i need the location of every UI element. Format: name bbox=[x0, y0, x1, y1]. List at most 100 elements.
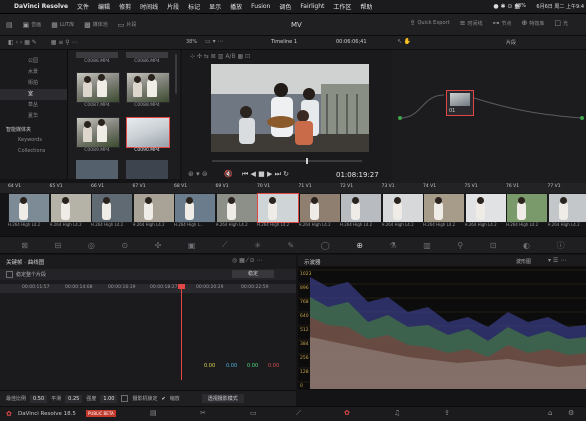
primaries-icon[interactable]: ◎ bbox=[88, 241, 95, 250]
clip-thumb[interactable] bbox=[340, 193, 382, 223]
zoom-level[interactable]: 38% bbox=[186, 39, 197, 45]
bin-item[interactable]: 草丛 bbox=[0, 100, 67, 111]
lightbox-button[interactable]: □ 光 bbox=[554, 19, 568, 27]
smart-bin-collections[interactable]: Collections bbox=[0, 147, 67, 158]
menu-item-workspace[interactable]: 工作区 bbox=[333, 2, 351, 11]
media-thumb[interactable] bbox=[76, 72, 120, 103]
menu-item-fairlight[interactable]: Fairlight bbox=[300, 3, 324, 10]
media-thumb[interactable] bbox=[126, 72, 170, 103]
menu-item-file[interactable]: 文件 bbox=[77, 2, 89, 11]
effects-button[interactable]: ⊕ 特效库 bbox=[521, 19, 544, 27]
zoom-checkbox[interactable]: ✔ bbox=[161, 396, 165, 402]
app-menu[interactable]: DaVinci Resolve bbox=[14, 3, 68, 10]
nodes-button[interactable]: ⊶ 节点 bbox=[492, 19, 511, 27]
key-icon[interactable]: ⚲ bbox=[457, 241, 463, 250]
menu-item-view[interactable]: 显示 bbox=[209, 2, 221, 11]
viewer-mode-icons[interactable]: ▭ ▾ ⋯ bbox=[205, 38, 224, 45]
menu-item-edit[interactable]: 编辑 bbox=[98, 2, 110, 11]
motion-effects-icon[interactable]: ▣ bbox=[188, 241, 196, 250]
viewer-tools[interactable]: ⊹ ✣ ⇆ ⊠ ▥ A/B ▦ ⊡ bbox=[190, 53, 250, 60]
stabilize-dropdown[interactable]: 稳定 bbox=[232, 270, 274, 278]
curves-icon[interactable]: ⟋ bbox=[222, 240, 228, 250]
clips-button[interactable]: ▭ 片段 bbox=[118, 21, 137, 29]
page-edit-icon[interactable]: ▭ bbox=[250, 409, 257, 417]
quick-export-button[interactable]: ⇪ Quick Export bbox=[410, 19, 450, 27]
bin-item[interactable]: 公园 bbox=[0, 56, 67, 67]
bin-item-selected[interactable]: 室 bbox=[0, 89, 67, 100]
page-fairlight-icon[interactable]: ♫ bbox=[394, 409, 400, 417]
menu-item-timeline[interactable]: 时间线 bbox=[140, 2, 158, 11]
clip-thumb[interactable] bbox=[215, 193, 258, 223]
smooth-field[interactable]: 0.25 bbox=[65, 394, 83, 403]
media-view-icons[interactable]: ▦ ≡ ⚲ ⋯ bbox=[51, 39, 78, 46]
nav-arrows[interactable]: ◧ ‹ › ▦ ✎ bbox=[8, 39, 37, 46]
bin-item[interactable]: 水景 bbox=[0, 67, 67, 78]
strength-field[interactable]: 1.00 bbox=[100, 394, 118, 403]
scope-mode-select[interactable]: 波形图 bbox=[516, 258, 531, 265]
media-pool-button[interactable]: ▩ 媒体池 bbox=[84, 21, 108, 29]
clip-thumb[interactable] bbox=[91, 193, 133, 223]
stabilize-checkbox[interactable] bbox=[6, 271, 13, 278]
range-field[interactable]: 0.50 bbox=[30, 394, 48, 403]
pointer-icon[interactable]: ↖ ✋ bbox=[397, 38, 411, 45]
media-thumb[interactable] bbox=[76, 117, 120, 148]
camera-raw-icon[interactable]: ⊠ bbox=[21, 241, 28, 250]
playhead-handle[interactable] bbox=[178, 284, 185, 289]
color-match-icon[interactable]: ⊟ bbox=[55, 241, 62, 250]
timeline-button[interactable]: ≡ 时间线 bbox=[460, 19, 483, 27]
rgb-mixer-icon[interactable]: ✣ bbox=[155, 241, 162, 250]
window-icon[interactable]: ◯ bbox=[321, 241, 330, 250]
keyframe-tools[interactable]: ◎ ▦ ⁄ ⊙ ⋯ bbox=[232, 257, 263, 264]
viewer-scrubber[interactable] bbox=[212, 158, 362, 164]
viewer-image[interactable] bbox=[211, 64, 369, 152]
clip-thumb[interactable] bbox=[506, 193, 548, 223]
ruler[interactable]: 00:00:11:57 00:00:14:08 00:00:16:19 00:0… bbox=[0, 284, 296, 293]
page-cut-icon[interactable]: ✂ bbox=[200, 409, 206, 417]
menu-item-help[interactable]: 帮助 bbox=[360, 2, 372, 11]
qualifier-icon[interactable]: ✎ bbox=[287, 241, 294, 250]
clip-thumb[interactable] bbox=[423, 193, 465, 223]
clip-thumb[interactable] bbox=[49, 193, 92, 223]
clip-thumb[interactable] bbox=[174, 193, 216, 223]
page-fusion-icon[interactable]: ⟋ bbox=[296, 409, 301, 418]
magic-mask-icon[interactable]: ⚗ bbox=[390, 241, 397, 250]
scrubber-head[interactable] bbox=[306, 158, 308, 164]
page-color-icon[interactable]: ✿ bbox=[344, 409, 350, 417]
clip-thumb-selected[interactable] bbox=[257, 193, 299, 223]
page-deliver-icon[interactable]: ⇪ bbox=[444, 409, 450, 417]
node-mode-select[interactable]: 片段 bbox=[506, 39, 516, 46]
menu-item-color[interactable]: 调色 bbox=[279, 2, 291, 11]
perspective-mode-select[interactable]: 透视摄影模式 bbox=[201, 394, 244, 403]
clip-thumb[interactable] bbox=[8, 193, 50, 223]
menu-item-playback[interactable]: 播放 bbox=[230, 2, 242, 11]
scope-settings-icons[interactable]: ▾ ☰ ⋯ bbox=[548, 257, 566, 264]
clip-thumb[interactable] bbox=[547, 193, 586, 223]
playback-controls[interactable]: ⏮ ◀ ■ ▶ ⏭ ↻ bbox=[242, 170, 289, 179]
menu-item-fusion[interactable]: Fusion bbox=[251, 3, 270, 10]
timeline-name[interactable]: Timeline 1 bbox=[271, 39, 297, 45]
settings-icon[interactable]: ⚙ bbox=[568, 409, 574, 417]
smart-bin-keywords[interactable]: Keywords bbox=[0, 136, 67, 147]
hdr-icon[interactable]: ⊙ bbox=[121, 241, 128, 250]
audio-icon[interactable]: ◐ bbox=[523, 241, 530, 250]
camera-lock-checkbox[interactable] bbox=[121, 395, 129, 402]
menu-item-clip[interactable]: 片段 bbox=[167, 2, 179, 11]
menu-item-trim[interactable]: 修剪 bbox=[119, 2, 131, 11]
panel-toggle[interactable]: ▤ bbox=[6, 21, 13, 29]
bin-item[interactable]: 夏华 bbox=[0, 111, 67, 122]
gallery-button[interactable]: ▣ 音画 bbox=[23, 21, 42, 29]
blur-icon[interactable]: ▥ bbox=[423, 241, 431, 250]
audio-mute-icon[interactable]: 🔇 bbox=[224, 170, 233, 178]
media-thumb-selected[interactable] bbox=[126, 117, 170, 148]
media-thumb-partial[interactable] bbox=[76, 160, 118, 179]
home-icon[interactable]: ⌂ bbox=[548, 409, 552, 417]
clip-thumb[interactable] bbox=[132, 193, 175, 223]
tracker-icon[interactable]: ⊕ bbox=[356, 241, 363, 250]
color-warper-icon[interactable]: ✳ bbox=[254, 241, 261, 250]
clip-thumb[interactable] bbox=[298, 193, 341, 223]
node-box[interactable]: 01 bbox=[446, 90, 474, 116]
transport-left-controls[interactable]: ⊛ ▾ ⊜ bbox=[188, 170, 208, 178]
playhead[interactable] bbox=[181, 285, 182, 380]
menu-item-mark[interactable]: 标记 bbox=[188, 2, 200, 11]
info-icon[interactable]: ⓘ bbox=[557, 240, 565, 251]
